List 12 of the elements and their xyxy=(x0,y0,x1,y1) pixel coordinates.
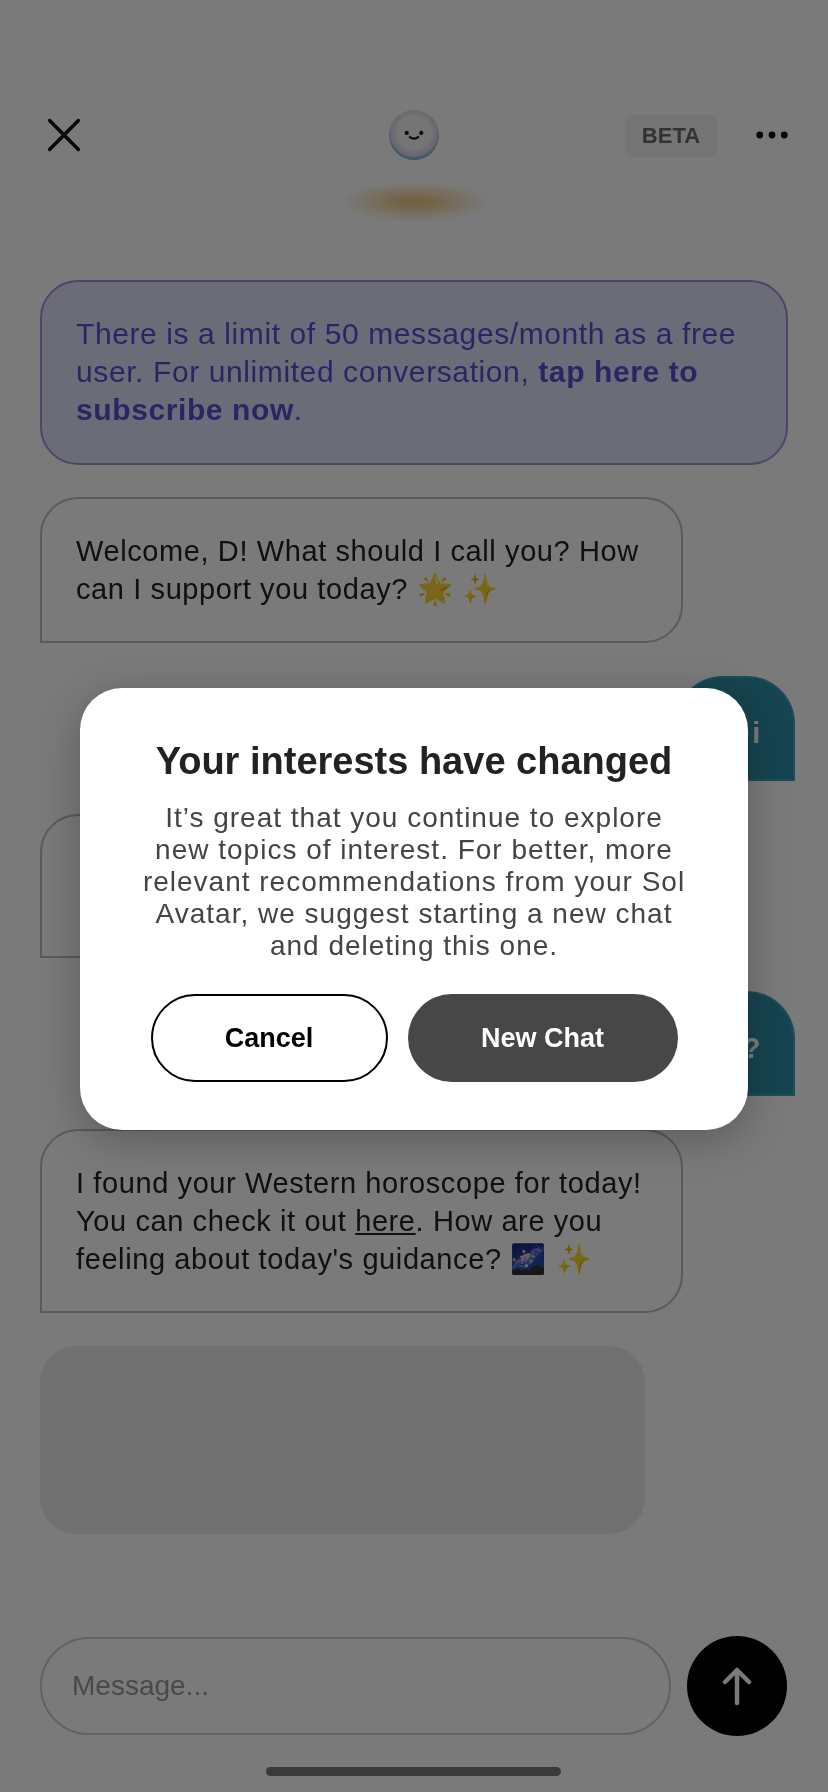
new-chat-button[interactable]: New Chat xyxy=(407,994,678,1082)
horoscope-link[interactable]: here xyxy=(355,1205,416,1237)
cancel-button[interactable]: Cancel xyxy=(150,994,388,1082)
avatar-icon xyxy=(388,109,440,161)
bot-message: Welcome, D! What should I call you? How can I support you today? 🌟 ✨ xyxy=(40,497,683,643)
bot-message: I found your Western horoscope for today! You can check it out here. How are you feeling about today's guidance? 🌌 ✨ xyxy=(40,1129,683,1313)
more-icon[interactable] xyxy=(756,131,788,139)
close-icon[interactable] xyxy=(46,117,82,153)
dialog-title: Your interests have changed xyxy=(155,739,673,784)
arrow-up-icon xyxy=(722,1666,752,1706)
dialog-message: It’s great that you continue to explore new topics of interest. For better, more relevant recommendations from your Sol Avatar, we suggest starting a new chat and deleting this one. xyxy=(141,802,687,962)
beta-badge: BETA xyxy=(625,115,717,157)
